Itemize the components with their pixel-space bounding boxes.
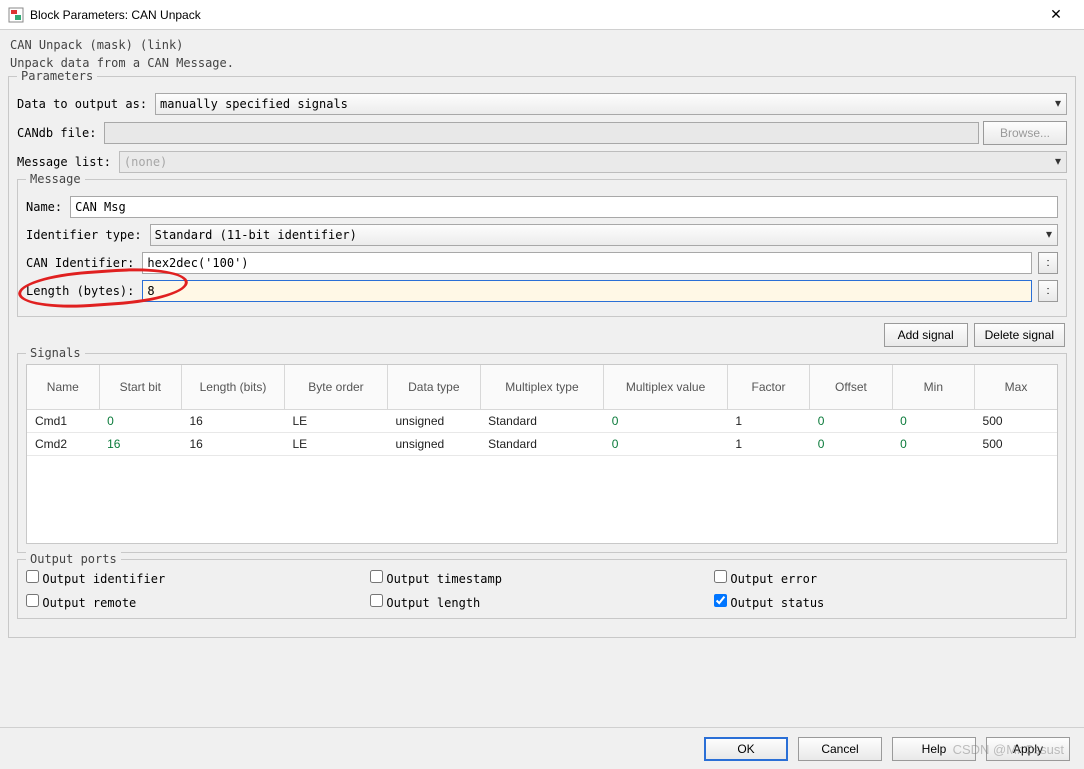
description-line: Unpack data from a CAN Message. xyxy=(10,56,1076,70)
message-fieldset: Message Name: Identifier type: Standard … xyxy=(17,179,1067,317)
col-start-bit: Start bit xyxy=(99,365,181,409)
apply-button[interactable]: Apply xyxy=(986,737,1070,761)
output-remote-checkbox[interactable]: Output remote xyxy=(26,594,370,610)
titlebar: Block Parameters: CAN Unpack ✕ xyxy=(0,0,1084,30)
col-length-bits: Length (bits) xyxy=(181,365,284,409)
cell-start[interactable]: 0 xyxy=(99,409,181,432)
cell-factor[interactable]: 1 xyxy=(727,432,809,455)
can-identifier-input[interactable] xyxy=(142,252,1032,274)
cell-mvalue[interactable]: 0 xyxy=(604,432,728,455)
col-max: Max xyxy=(975,365,1057,409)
signals-fieldset: Signals Name Start bit Length (bits) Byt… xyxy=(17,353,1067,553)
signals-table-wrap[interactable]: Name Start bit Length (bits) Byte order … xyxy=(26,364,1058,544)
col-byte-order: Byte order xyxy=(284,365,387,409)
signals-header-row: Name Start bit Length (bits) Byte order … xyxy=(27,365,1057,409)
cell-min[interactable]: 0 xyxy=(892,432,974,455)
cell-offset[interactable]: 0 xyxy=(810,432,892,455)
col-min: Min xyxy=(892,365,974,409)
cancel-button[interactable]: Cancel xyxy=(798,737,882,761)
cell-mtype[interactable]: Standard xyxy=(480,409,604,432)
candb-file-label: CANdb file: xyxy=(17,126,96,140)
identifier-type-select[interactable]: Standard (11-bit identifier) xyxy=(150,224,1058,246)
cell-factor[interactable]: 1 xyxy=(727,409,809,432)
delete-signal-button[interactable]: Delete signal xyxy=(974,323,1065,347)
cell-length[interactable]: 16 xyxy=(181,409,284,432)
identifier-type-label: Identifier type: xyxy=(26,228,142,242)
cell-min[interactable]: 0 xyxy=(892,409,974,432)
col-name: Name xyxy=(27,365,99,409)
output-error-checkbox[interactable]: Output error xyxy=(714,570,1058,586)
length-more-button[interactable]: : xyxy=(1038,280,1058,302)
table-row[interactable]: Cmd21616LEunsignedStandard0100500 xyxy=(27,432,1057,455)
output-ports-fieldset: Output ports Output identifier Output re… xyxy=(17,559,1067,619)
window-title: Block Parameters: CAN Unpack xyxy=(30,8,201,22)
col-multiplex-value: Multiplex value xyxy=(604,365,728,409)
add-signal-button[interactable]: Add signal xyxy=(884,323,968,347)
mask-link-line: CAN Unpack (mask) (link) xyxy=(10,38,1076,52)
cell-max[interactable]: 500 xyxy=(975,432,1057,455)
app-icon xyxy=(8,7,24,23)
signals-table: Name Start bit Length (bits) Byte order … xyxy=(27,365,1057,456)
data-to-output-select[interactable]: manually specified signals xyxy=(155,93,1067,115)
output-timestamp-checkbox[interactable]: Output timestamp xyxy=(370,570,714,586)
cell-mtype[interactable]: Standard xyxy=(480,432,604,455)
cell-max[interactable]: 500 xyxy=(975,409,1057,432)
output-length-checkbox[interactable]: Output length xyxy=(370,594,714,610)
message-legend: Message xyxy=(26,172,85,186)
cell-mvalue[interactable]: 0 xyxy=(604,409,728,432)
col-data-type: Data type xyxy=(387,365,480,409)
message-list-select: (none) xyxy=(119,151,1067,173)
signals-legend: Signals xyxy=(26,346,85,360)
cell-length[interactable]: 16 xyxy=(181,432,284,455)
cell-order[interactable]: LE xyxy=(284,409,387,432)
data-to-output-label: Data to output as: xyxy=(17,97,147,111)
browse-button: Browse... xyxy=(983,121,1067,145)
cell-name[interactable]: Cmd2 xyxy=(27,432,99,455)
length-label: Length (bytes): xyxy=(26,284,134,298)
message-name-input[interactable] xyxy=(70,196,1058,218)
help-button[interactable]: Help xyxy=(892,737,976,761)
candb-file-input xyxy=(104,122,979,144)
output-identifier-checkbox[interactable]: Output identifier xyxy=(26,570,370,586)
message-name-label: Name: xyxy=(26,200,62,214)
output-status-checkbox[interactable]: Output status xyxy=(714,594,1058,610)
length-input[interactable] xyxy=(142,280,1032,302)
dialog-footer: OK Cancel Help Apply CSDN @Mr.Cssust xyxy=(0,727,1084,769)
ok-button[interactable]: OK xyxy=(704,737,788,761)
cell-start[interactable]: 16 xyxy=(99,432,181,455)
cell-order[interactable]: LE xyxy=(284,432,387,455)
close-button[interactable]: ✕ xyxy=(1036,1,1076,29)
cell-dtype[interactable]: unsigned xyxy=(387,409,480,432)
col-offset: Offset xyxy=(810,365,892,409)
content-area: CAN Unpack (mask) (link) Unpack data fro… xyxy=(0,30,1084,727)
cell-dtype[interactable]: unsigned xyxy=(387,432,480,455)
col-multiplex-type: Multiplex type xyxy=(480,365,604,409)
can-identifier-more-button[interactable]: : xyxy=(1038,252,1058,274)
col-factor: Factor xyxy=(727,365,809,409)
output-ports-legend: Output ports xyxy=(26,552,121,566)
cell-name[interactable]: Cmd1 xyxy=(27,409,99,432)
parameters-legend: Parameters xyxy=(17,69,97,83)
parameters-fieldset: Parameters Data to output as: manually s… xyxy=(8,76,1076,638)
message-list-label: Message list: xyxy=(17,155,111,169)
can-identifier-label: CAN Identifier: xyxy=(26,256,134,270)
close-icon: ✕ xyxy=(1050,6,1062,23)
table-row[interactable]: Cmd1016LEunsignedStandard0100500 xyxy=(27,409,1057,432)
cell-offset[interactable]: 0 xyxy=(810,409,892,432)
